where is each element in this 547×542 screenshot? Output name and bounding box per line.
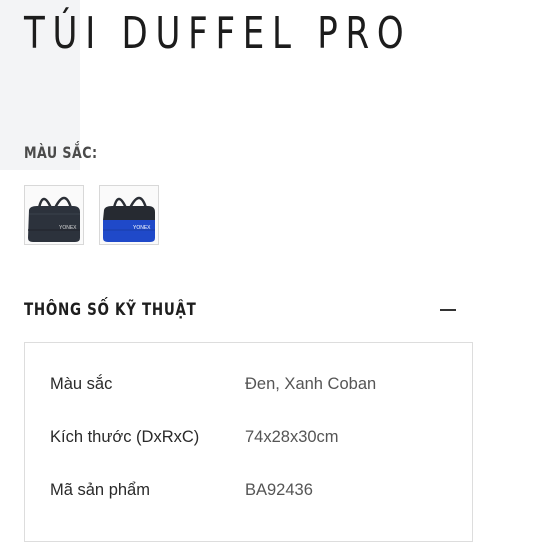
spec-row: Màu sắc Đen, Xanh Coban (50, 375, 450, 397)
bag-cobalt-image: YONEX (103, 196, 155, 242)
bag-black-image: YONEX (28, 196, 80, 242)
spec-value: BA92436 (245, 481, 313, 499)
specs-accordion-header[interactable]: THÔNG SỐ KỸ THUẬT (24, 300, 464, 322)
specs-table: Màu sắc Đen, Xanh Coban Kích thước (DxRx… (24, 342, 473, 542)
spec-label: Kích thước (DxRxC) (50, 428, 200, 446)
spec-value: Đen, Xanh Coban (245, 375, 377, 393)
svg-text:YONEX: YONEX (133, 225, 151, 231)
product-title: TÚI DUFFEL PRO (24, 8, 412, 59)
specs-title: THÔNG SỐ KỸ THUẬT (24, 300, 197, 320)
spec-label: Mã sản phẩm (50, 481, 150, 499)
color-swatch-black[interactable]: YONEX (24, 185, 84, 245)
spec-label: Màu sắc (50, 375, 113, 393)
spec-row: Kích thước (DxRxC) 74x28x30cm (50, 428, 450, 450)
minus-icon[interactable] (440, 309, 456, 311)
spec-value: 74x28x30cm (245, 428, 339, 446)
color-swatch-cobalt-blue[interactable]: YONEX (99, 185, 159, 245)
svg-text:YONEX: YONEX (59, 225, 77, 231)
spec-row: Mã sản phẩm BA92436 (50, 481, 450, 503)
color-label: MÀU SẮC: (24, 143, 98, 162)
